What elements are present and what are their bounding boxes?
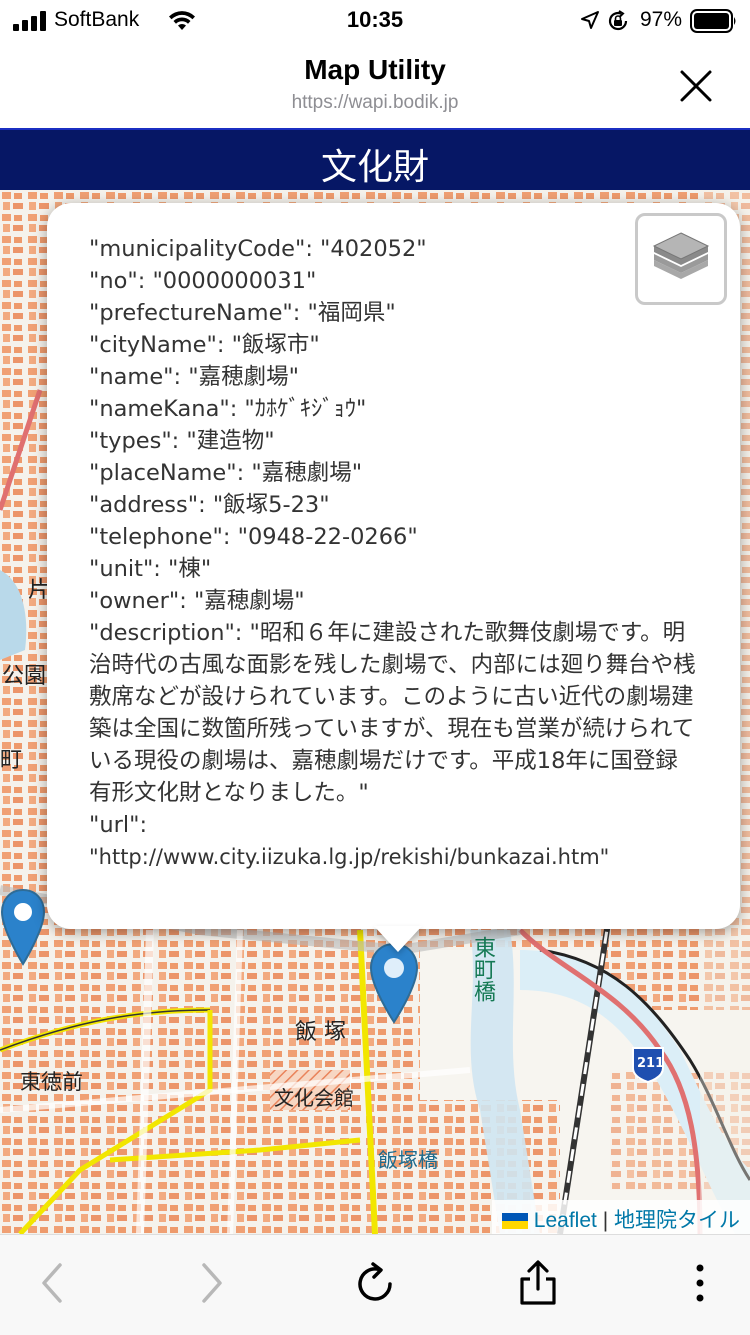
rotation-lock-icon [608, 10, 628, 31]
prop-owner: "owner": "嘉穂劇場" [89, 588, 305, 614]
location-icon [581, 11, 599, 29]
prop-no: "no": "0000000031" [89, 268, 317, 294]
prop-prefecture-name: "prefectureName": "福岡県" [89, 300, 396, 326]
share-icon[interactable] [516, 1259, 560, 1307]
category-banner: 文化財 [0, 128, 750, 190]
more-icon[interactable] [690, 1261, 710, 1305]
route-number: 211 [637, 1056, 665, 1071]
prop-url-value[interactable]: "http://www.city.iizuka.lg.jp/rekishi/bu… [89, 841, 699, 873]
prop-name: "name": "嘉穂劇場" [89, 364, 299, 390]
back-icon[interactable] [38, 1261, 66, 1305]
status-bar: SoftBank 10:35 97% [0, 0, 750, 40]
map-label-iizuka: 飯 塚 [295, 1020, 346, 1045]
leaflet-link[interactable]: Leaflet [534, 1209, 597, 1232]
page-url[interactable]: https://wapi.bodik.jp [0, 92, 750, 114]
gsi-tiles-link[interactable]: 地理院タイル [614, 1209, 740, 1232]
browser-toolbar [0, 1234, 750, 1335]
popup-content: "municipalityCode": "402052" "no": "0000… [89, 233, 699, 873]
close-icon[interactable] [676, 66, 716, 106]
battery-icon [690, 9, 736, 33]
forward-icon[interactable] [198, 1261, 226, 1305]
map-label-higashi-tokuzen: 東徳前 [20, 1070, 83, 1094]
prop-name-kana: "nameKana": "ｶﾎｹﾞｷｼﾞｮｳ" [89, 396, 367, 422]
prop-address: "address": "飯塚5-23" [89, 492, 330, 518]
map-label-machi: 町 [0, 748, 23, 773]
layers-icon [652, 232, 710, 279]
prop-municipality-code: "municipalityCode": "402052" [89, 236, 427, 262]
map-label-higashimachi-bashi: 東町橋 [470, 936, 495, 1002]
map-label-iizuka-bashi: 飯塚橋 [378, 1148, 438, 1172]
map-marker-icon[interactable] [369, 942, 419, 1024]
map-marker-icon[interactable] [0, 888, 46, 966]
layers-button[interactable] [635, 213, 727, 305]
prop-city-name: "cityName": "飯塚市" [89, 332, 320, 358]
prop-description: "description": "昭和６年に建設された歌舞伎劇場です。明治時代の古… [89, 620, 696, 806]
map-label-bunka-kaikan: 文化会館 [274, 1086, 354, 1110]
prop-place-name: "placeName": "嘉穂劇場" [89, 460, 363, 486]
map-label-kouen: 公園 [2, 664, 47, 689]
ukraine-flag-icon [501, 1213, 528, 1229]
popup-tip [374, 926, 422, 952]
feature-popup: "municipalityCode": "402052" "no": "0000… [47, 203, 740, 929]
clock: 10:35 [346, 7, 404, 32]
reload-icon[interactable] [353, 1262, 397, 1306]
prop-unit: "unit": "棟" [89, 556, 212, 582]
prop-telephone: "telephone": "0948-22-0266" [89, 524, 418, 550]
attribution-separator: | [602, 1209, 609, 1232]
prop-url-key: "url": [89, 812, 148, 838]
map-attribution: Leaflet | 地理院タイル [491, 1200, 750, 1234]
page-title: Map Utility [304, 54, 446, 85]
prop-types: "types": "建造物" [89, 428, 275, 454]
battery-percent: 97% [640, 8, 683, 31]
banner-title: 文化財 [320, 147, 429, 188]
browser-header: Map Utility https://wapi.bodik.jp [0, 40, 750, 128]
